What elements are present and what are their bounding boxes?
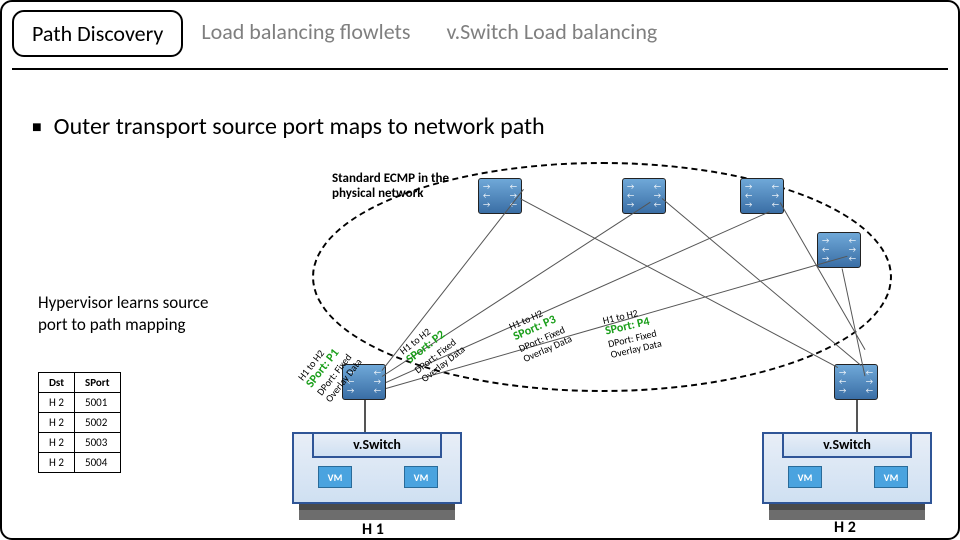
table-row: H 25001 bbox=[39, 393, 121, 413]
vm-icon: VM bbox=[874, 466, 908, 488]
link bbox=[856, 400, 858, 434]
table-row: H 25004 bbox=[39, 453, 121, 473]
edge-switch-icon: →←←→→← bbox=[834, 364, 878, 400]
host-h1: v.Switch VM VM bbox=[292, 432, 462, 504]
tab-flowlets[interactable]: Load balancing flowlets bbox=[183, 10, 428, 53]
host-h2-label: H 2 bbox=[834, 518, 856, 537]
link bbox=[364, 400, 366, 434]
tab-divider bbox=[12, 68, 948, 70]
port-path-table: Dst SPort H 25001 H 25002 H 25003 H 2500… bbox=[38, 372, 121, 473]
host-h2: v.Switch VM VM bbox=[762, 432, 932, 504]
core-switch-icon: →←←→→← bbox=[478, 178, 522, 214]
tab-vswitch-lb[interactable]: v.Switch Load balancing bbox=[429, 10, 676, 53]
bullet-icon: ■ bbox=[32, 118, 42, 137]
vm-icon: VM bbox=[318, 466, 352, 488]
tab-path-discovery[interactable]: Path Discovery bbox=[12, 10, 183, 57]
col-dst: Dst bbox=[39, 373, 75, 393]
table-row: H 25003 bbox=[39, 433, 121, 453]
vswitch-label: v.Switch bbox=[312, 432, 442, 458]
server-icon bbox=[299, 504, 455, 520]
vm-icon: VM bbox=[788, 466, 822, 488]
tab-row: Path Discovery Load balancing flowlets v… bbox=[12, 10, 958, 57]
col-sport: SPort bbox=[75, 373, 121, 393]
vswitch-label: v.Switch bbox=[782, 432, 912, 458]
main-bullet: ■ Outer transport source port maps to ne… bbox=[32, 112, 545, 141]
bullet-text: Outer transport source port maps to netw… bbox=[54, 112, 545, 141]
table-row: H 25002 bbox=[39, 413, 121, 433]
ecmp-text: Standard ECMP in the physical network bbox=[332, 172, 472, 202]
hypervisor-text: Hypervisor learns source port to path ma… bbox=[38, 292, 228, 336]
core-switch-icon: →←←→→← bbox=[740, 178, 784, 214]
host-h1-label: H 1 bbox=[362, 520, 384, 539]
core-switch-icon: →←←→→← bbox=[622, 178, 666, 214]
vm-icon: VM bbox=[404, 466, 438, 488]
